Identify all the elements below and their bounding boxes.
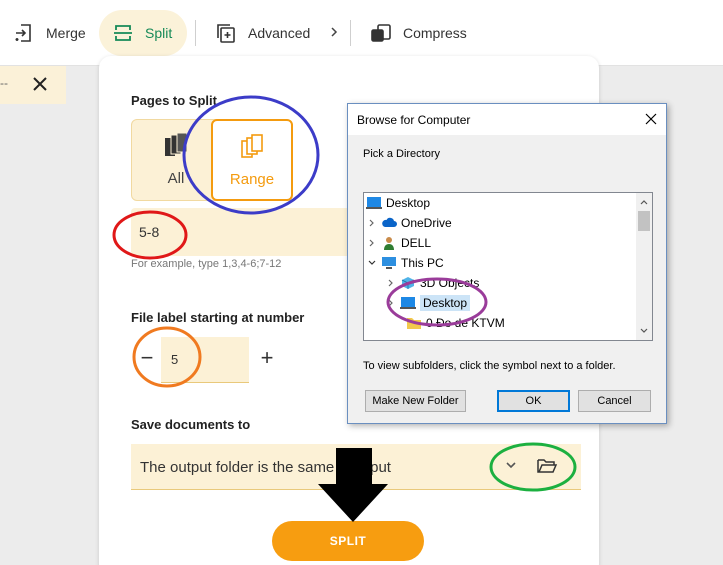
scroll-up-icon[interactable] (639, 197, 649, 207)
split-action-button[interactable]: SPLIT (272, 521, 424, 561)
tree-item-label: This PC (401, 256, 444, 270)
toolbar-divider (350, 20, 351, 46)
toolbar-divider (195, 20, 196, 46)
split-icon (114, 25, 132, 41)
merge-icon (15, 24, 31, 42)
chevron-right-icon[interactable] (367, 218, 377, 228)
document-tab[interactable]: -- (0, 66, 66, 104)
tree-item[interactable]: OneDrive (367, 213, 452, 233)
chevron-right-icon[interactable] (386, 278, 396, 288)
browse-for-computer-dialog: Browse for Computer Pick a Directory Des… (347, 103, 667, 424)
split-label: Split (145, 25, 173, 41)
option-all-label: All (167, 170, 185, 187)
save-location-value: The output folder is the same as input (140, 459, 391, 476)
page-range-input[interactable] (131, 208, 371, 256)
cube-icon (401, 277, 415, 289)
folder-icon (407, 318, 421, 329)
merge-button[interactable]: Merge (12, 10, 86, 56)
tree-item[interactable]: 0 Đo de KTVM (406, 313, 505, 333)
cloud-icon (382, 217, 397, 227)
decrement-button[interactable]: − (137, 347, 157, 369)
add-pages-icon (217, 24, 235, 43)
range-pages-icon (241, 134, 263, 158)
scroll-down-icon[interactable] (639, 326, 649, 336)
dialog-prompt: Pick a Directory (363, 148, 441, 160)
advanced-label: Advanced (248, 25, 311, 41)
tree-item-label: Desktop (386, 196, 431, 210)
chevron-down-icon[interactable] (504, 458, 518, 472)
computer-icon (382, 257, 396, 269)
tree-scrollbar[interactable] (636, 193, 652, 340)
close-icon[interactable] (30, 74, 50, 94)
tree-item[interactable]: This PC (367, 253, 444, 273)
tree-item-selected[interactable]: Desktop (386, 293, 471, 313)
chevron-right-icon[interactable] (326, 22, 342, 42)
tree-item-label: Desktop (420, 295, 471, 311)
compress-label: Compress (403, 25, 467, 41)
chevron-down-icon[interactable] (367, 258, 377, 268)
pages-to-split-heading: Pages to Split (131, 93, 217, 108)
save-location-select[interactable]: The output folder is the same as input (131, 444, 581, 490)
option-range[interactable]: Range (211, 119, 293, 201)
tree-item[interactable]: 3D Objects (386, 273, 479, 293)
tree-item-label: 3D Objects (420, 276, 480, 290)
split-button[interactable]: Split (99, 10, 187, 56)
chevron-right-icon[interactable] (367, 238, 377, 248)
folder-tree[interactable]: Desktop OneDrive DELL This PC 3D Objects… (363, 192, 653, 341)
save-documents-heading: Save documents to (131, 417, 251, 432)
increment-button[interactable]: + (257, 347, 277, 369)
close-icon[interactable] (644, 112, 658, 126)
option-all[interactable]: All (131, 119, 221, 201)
folder-open-icon[interactable] (536, 457, 558, 475)
scrollbar-thumb[interactable] (638, 211, 650, 231)
tree-item-label: 0 Đo de KTVM (426, 316, 505, 330)
stacked-pages-icon (165, 132, 188, 156)
range-hint: For example, type 1,3,4-6;7-12 (131, 258, 282, 270)
cancel-button[interactable]: Cancel (578, 390, 651, 412)
option-range-label: Range (229, 171, 275, 188)
tree-item-label: DELL (401, 236, 432, 250)
user-icon (384, 237, 394, 250)
advanced-button[interactable]: Advanced (214, 10, 310, 56)
dialog-title: Browse for Computer (357, 113, 471, 127)
chevron-right-icon[interactable] (386, 298, 396, 308)
tree-item[interactable]: Desktop (366, 193, 430, 213)
desktop-icon (366, 197, 382, 209)
make-new-folder-button[interactable]: Make New Folder (365, 390, 466, 412)
merge-label: Merge (46, 25, 86, 41)
ok-button[interactable]: OK (497, 390, 570, 412)
compress-button[interactable]: Compress (369, 10, 467, 56)
file-label-number-input[interactable] (161, 337, 249, 383)
tab-title: -- (0, 76, 8, 90)
dialog-note: To view subfolders, click the symbol nex… (363, 360, 616, 372)
compress-icon (371, 24, 391, 42)
file-label-heading: File label starting at number (131, 310, 305, 325)
dialog-titlebar: Browse for Computer (348, 104, 666, 135)
tree-item-label: OneDrive (401, 216, 452, 230)
desktop-icon (400, 297, 416, 309)
tree-item[interactable]: DELL (367, 233, 431, 253)
